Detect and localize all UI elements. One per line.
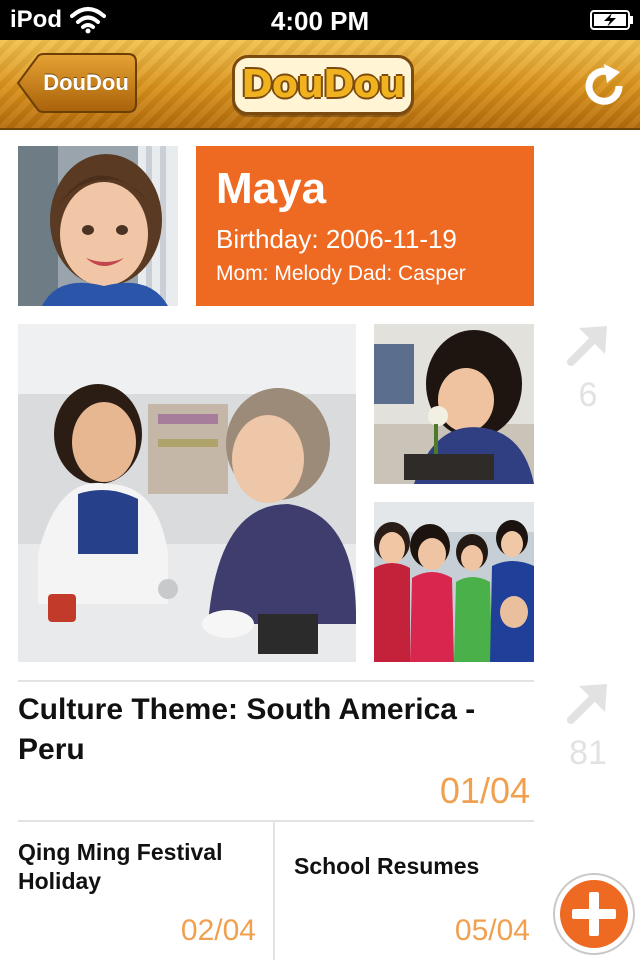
list-item[interactable]: School Resumes 05/04 [294, 822, 534, 960]
gallery-photo-bottom[interactable] [374, 502, 534, 662]
entry-title: Qing Ming Festival Holiday [18, 839, 223, 894]
gallery-photo-main[interactable] [18, 324, 356, 662]
profile-card: Maya Birthday: 2006-11-19 Mom: Melody Da… [196, 146, 534, 306]
featured-entry[interactable]: Culture Theme: South America - Peru 01/0… [18, 682, 534, 820]
back-button-label: DouDou [43, 70, 129, 95]
entry-title: School Resumes [294, 853, 480, 879]
featured-share-count: 81 [569, 734, 607, 772]
birthday-text: Birthday: 2006-11-19 [216, 224, 457, 254]
child-name: Maya [216, 164, 327, 213]
parents-text: Mom: Melody Dad: Casper [216, 262, 466, 285]
featured-entry-title: Culture Theme: South America - Peru [18, 693, 476, 766]
gallery-photo-top[interactable] [374, 324, 534, 484]
gallery-share-counter[interactable]: 6 [543, 322, 633, 415]
gallery-share-count: 6 [578, 376, 598, 414]
status-time: 4:00 PM [270, 6, 370, 36]
app-logo: DouDou [232, 55, 414, 115]
child-with-flower-image [374, 324, 534, 484]
nav-bar: DouDou DouDou [0, 40, 640, 130]
entry-column-divider [273, 822, 275, 960]
child-profile-photo[interactable] [18, 146, 178, 306]
battery-charging-icon [590, 10, 633, 30]
child-portrait-image [18, 146, 178, 306]
status-bar: iPod 4:00 PM [0, 0, 640, 40]
list-item[interactable]: Qing Ming Festival Holiday 02/04 [18, 822, 272, 960]
entry-date: 02/04 [180, 914, 256, 947]
refresh-icon[interactable] [580, 62, 628, 110]
children-playing-image [18, 324, 356, 662]
arrow-up-right-icon [567, 684, 607, 724]
featured-share-counter[interactable]: 81 [543, 680, 633, 773]
children-group-image [374, 502, 534, 662]
add-entry-button[interactable] [552, 872, 636, 956]
entry-date: 05/04 [454, 914, 530, 947]
back-button[interactable]: DouDou [16, 53, 137, 113]
featured-entry-date: 01/04 [439, 770, 530, 811]
arrow-up-right-icon [567, 326, 607, 366]
